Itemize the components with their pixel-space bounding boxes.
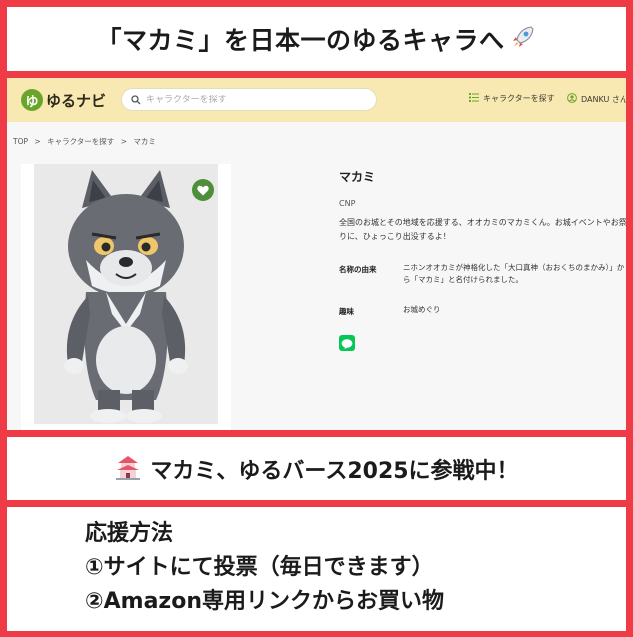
search-box[interactable] [121, 88, 377, 111]
line-share-button[interactable] [339, 335, 355, 351]
breadcrumb-top[interactable]: TOP [13, 137, 28, 146]
heart-icon [197, 181, 209, 200]
field-label: 名称の由来 [339, 265, 377, 274]
field-row: 名称の由来 ニホンオオカミが神格化した「大口真神（おおくちのまかみ）」から「マカ… [339, 262, 626, 286]
site-header: ゆ ゆるナビ キャラクターを探す DANKU さん [7, 78, 626, 122]
character-name: マカミ [339, 170, 376, 184]
field-value: お城めぐり [403, 305, 441, 314]
nav-user-label: DANKU さん [581, 94, 626, 104]
logo-text: ゆるナビ [46, 91, 107, 110]
field-label: 趣味 [339, 307, 354, 316]
list-icon [469, 93, 483, 104]
character-photo-card [21, 164, 231, 430]
search-input[interactable] [146, 94, 346, 105]
nav-user-menu[interactable]: DANKU さん [567, 93, 626, 105]
top-banner-text: 「マカミ」を日本一のゆるキャラへ [96, 26, 505, 55]
character-group: CNP [339, 199, 356, 208]
mid-banner: マカミ、ゆるバース2025に参戦中！ [7, 437, 626, 500]
breadcrumb-current: マカミ [133, 137, 156, 146]
breadcrumb-separator: > [34, 137, 41, 146]
field-value: ニホンオオカミが神格化した「大口真神（おおくちのまかみ）」から「マカミ」と名付け… [403, 263, 625, 284]
castle-icon [114, 453, 142, 485]
support-instructions: 応援方法 ①サイトにて投票（毎日できます） ②Amazon専用リンクからお買い物 [7, 507, 626, 631]
character-description: 全国のお城とその地域を応援する、オオカミのマカミくん。お城イベントやお祭りに、ひ… [339, 218, 626, 241]
breadcrumb-separator: > [120, 137, 127, 146]
nav-search-link[interactable]: キャラクターを探す [469, 93, 555, 104]
top-banner: 「マカミ」を日本一のゆるキャラへ [7, 7, 626, 71]
rocket-icon [509, 23, 537, 55]
favorite-button[interactable] [192, 179, 214, 201]
support-step-vote: ①サイトにて投票（毎日できます） [85, 555, 434, 580]
field-row: 趣味 お城めぐり [339, 304, 626, 317]
user-icon [567, 93, 581, 105]
character-photo [34, 164, 218, 424]
nav-search-label: キャラクターを探す [483, 94, 555, 103]
search-icon [131, 90, 141, 109]
support-step-amazon: ②Amazon専用リンクからお買い物 [85, 589, 445, 614]
mid-banner-text: マカミ、ゆるバース2025に参戦中！ [150, 458, 519, 484]
support-heading: 応援方法 [85, 521, 174, 546]
website-screenshot: ゆ ゆるナビ キャラクターを探す DANKU さん TOP > キャラクターを探… [7, 78, 626, 430]
breadcrumb: TOP > キャラクターを探す > マカミ [13, 136, 160, 147]
site-logo[interactable]: ゆ ゆるナビ [21, 89, 106, 111]
breadcrumb-search[interactable]: キャラクターを探す [47, 137, 114, 146]
logo-mark: ゆ [21, 89, 43, 111]
character-detail: マカミ CNP 全国のお城とその地域を応援する、オオカミのマカミくん。お城イベン… [339, 168, 626, 351]
line-icon [341, 334, 353, 353]
